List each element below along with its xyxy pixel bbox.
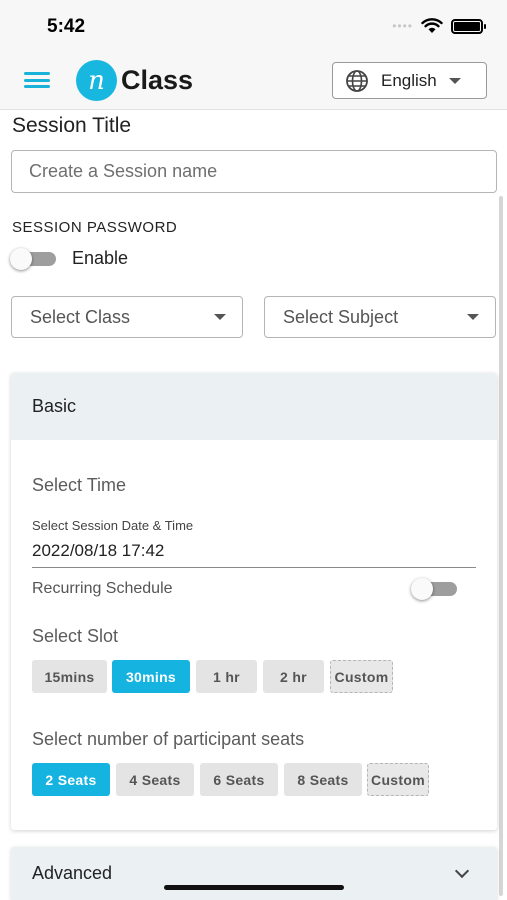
seat-chip-8[interactable]: 8 Seats	[284, 763, 362, 796]
slot-chip-custom[interactable]: Custom	[330, 660, 393, 693]
language-select[interactable]: English	[332, 62, 487, 99]
home-indicator	[164, 885, 344, 890]
seat-chip-2[interactable]: 2 Seats	[32, 763, 110, 796]
hamburger-menu-icon[interactable]	[24, 72, 50, 88]
select-subject-dropdown[interactable]: Select Subject	[264, 296, 496, 338]
wifi-icon	[421, 18, 443, 33]
password-enable-toggle[interactable]	[10, 248, 58, 270]
select-slot-label: Select Slot	[32, 626, 119, 646]
select-class-dropdown[interactable]: Select Class	[11, 296, 243, 338]
session-password-label: SESSION PASSWORD	[12, 219, 178, 236]
logo-mark-icon: n	[76, 60, 117, 101]
status-time: 5:42	[47, 16, 86, 37]
seat-chip-4[interactable]: 4 Seats	[116, 763, 194, 796]
status-bar: 5:42 ••••	[0, 0, 507, 50]
slot-chip-1hr[interactable]: 1 hr	[196, 660, 257, 693]
advanced-section-header[interactable]: Advanced	[11, 847, 497, 900]
select-class-label: Select Class	[30, 306, 131, 327]
caret-down-icon	[214, 314, 226, 320]
caret-down-icon	[448, 77, 461, 84]
slot-chip-30mins[interactable]: 30mins	[112, 660, 190, 693]
basic-section-title: Basic	[32, 396, 77, 416]
basic-section: Basic Select Time Select Session Date & …	[11, 373, 497, 830]
logo-text: Class	[121, 65, 194, 95]
session-title-label: Session Title	[12, 114, 132, 137]
select-time-label: Select Time	[32, 475, 127, 495]
app-header: n Class English	[0, 50, 507, 110]
battery-icon	[451, 18, 486, 34]
signal-dots-icon: ••••	[392, 19, 413, 33]
status-icons: ••••	[392, 18, 486, 34]
datetime-field[interactable]: 2022/08/18 17:42	[32, 541, 164, 561]
app-logo: n Class	[76, 60, 193, 101]
scrollbar[interactable]	[499, 196, 503, 896]
seat-chip-custom[interactable]: Custom	[367, 763, 429, 796]
slot-chip-15mins[interactable]: 15mins	[32, 660, 107, 693]
globe-icon	[346, 69, 368, 92]
session-name-input[interactable]	[11, 150, 497, 193]
enable-label: Enable	[72, 248, 129, 268]
seat-chip-6[interactable]: 6 Seats	[200, 763, 278, 796]
caret-down-icon	[467, 314, 479, 320]
select-subject-label: Select Subject	[283, 306, 399, 327]
language-label: English	[381, 70, 437, 90]
datetime-underline	[32, 567, 476, 568]
slot-chip-2hr[interactable]: 2 hr	[263, 660, 324, 693]
recurring-schedule-toggle[interactable]	[411, 578, 459, 600]
recurring-schedule-label: Recurring Schedule	[32, 580, 173, 597]
chevron-down-icon	[454, 863, 470, 879]
datetime-label: Select Session Date & Time	[32, 518, 194, 533]
basic-section-header[interactable]: Basic	[11, 373, 497, 440]
advanced-section-title: Advanced	[32, 863, 113, 883]
select-seats-label: Select number of participant seats	[32, 729, 305, 749]
